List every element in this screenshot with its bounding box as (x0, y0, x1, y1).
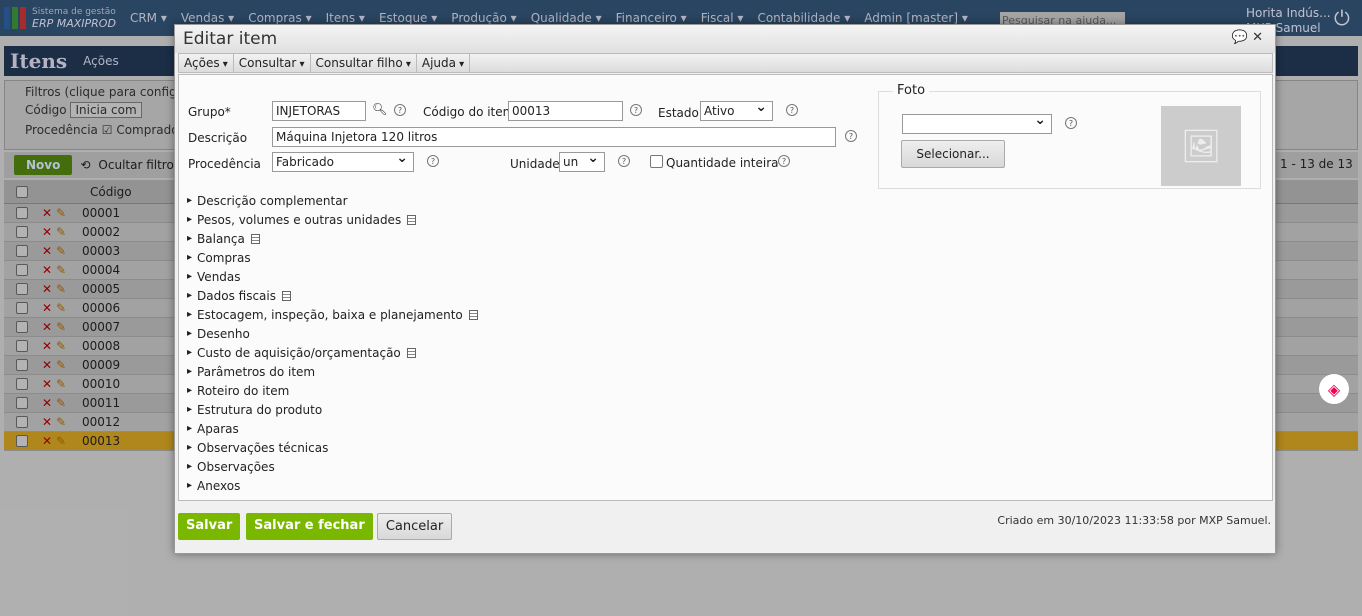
section-toggle[interactable]: Anexos (187, 476, 478, 495)
created-info: Criado em 30/10/2023 11:33:58 por MXP Sa… (997, 514, 1271, 527)
document-icon (406, 347, 416, 358)
quantidade-inteira-checkbox[interactable] (650, 155, 663, 168)
comment-icon[interactable]: 💬 (1232, 30, 1248, 45)
help-icon[interactable]: ? (630, 104, 642, 116)
section-toggle[interactable]: Roteiro do item (187, 381, 478, 400)
section-label: Parâmetros do item (197, 364, 316, 379)
section-label: Estrutura do produto (197, 402, 323, 417)
unidade-select[interactable]: un (559, 152, 605, 172)
clickup-icon[interactable]: ◈ (1319, 374, 1349, 404)
dialog-menu-1[interactable]: Consultar (234, 54, 311, 72)
document-icon (250, 233, 260, 244)
section-label: Observações técnicas (197, 440, 329, 455)
selecionar-button[interactable]: Selecionar... (901, 140, 1005, 168)
section-label: Descrição complementar (197, 193, 348, 208)
section-label: Estocagem, inspeção, baixa e planejament… (197, 307, 463, 322)
section-toggle[interactable]: Descrição complementar (187, 191, 478, 210)
document-icon (407, 214, 417, 225)
section-toggle[interactable]: Desenho (187, 324, 478, 343)
section-toggle[interactable]: Dados fiscais (187, 286, 478, 305)
section-toggle[interactable]: Custo de aquisição/orçamentação (187, 343, 478, 362)
section-label: Roteiro do item (197, 383, 290, 398)
foto-select[interactable] (902, 114, 1052, 134)
section-toggle[interactable]: Observações (187, 457, 478, 476)
grupo-input[interactable]: INJETORAS (272, 101, 366, 121)
section-toggle[interactable]: Observações técnicas (187, 438, 478, 457)
close-icon[interactable]: ✕ (1252, 30, 1263, 45)
section-toggle[interactable]: Vendas (187, 267, 478, 286)
dialog-menu-0[interactable]: Ações (179, 54, 234, 72)
section-toggle[interactable]: Compras (187, 248, 478, 267)
estado-select[interactable]: Ativo (700, 101, 773, 121)
section-toggle[interactable]: Parâmetros do item (187, 362, 478, 381)
sections-list: Descrição complementar Pesos, volumes e o… (187, 191, 478, 495)
help-icon[interactable]: ? (618, 155, 630, 167)
section-toggle[interactable]: Pesos, volumes e outras unidades (187, 210, 478, 229)
section-label: Compras (197, 250, 251, 265)
help-icon[interactable]: ? (427, 155, 439, 167)
document-icon (468, 309, 478, 320)
dialog-menu-3[interactable]: Ajuda (417, 54, 471, 72)
cancelar-button[interactable]: Cancelar (377, 513, 452, 540)
foto-fieldset: Foto ? Selecionar... 🖼︎ (878, 83, 1261, 189)
help-icon[interactable]: ? (778, 155, 790, 167)
salvar-button[interactable]: Salvar (178, 513, 241, 540)
search-icon[interactable]: 🔍︎ (372, 102, 387, 116)
section-toggle[interactable]: Estrutura do produto (187, 400, 478, 419)
section-label: Balança (197, 231, 245, 246)
salvar-fechar-button[interactable]: Salvar e fechar (246, 513, 373, 540)
help-icon[interactable]: ? (394, 104, 406, 116)
section-label: Vendas (197, 269, 241, 284)
descricao-input[interactable]: Máquina Injetora 120 litros (272, 127, 836, 147)
section-label: Custo de aquisição/orçamentação (197, 345, 401, 360)
dialog-menu: AçõesConsultarConsultar filhoAjuda (178, 53, 1273, 73)
section-label: Desenho (197, 326, 250, 341)
document-icon (282, 290, 291, 301)
image-placeholder-icon: 🖼︎ (1161, 106, 1241, 186)
section-toggle[interactable]: Estocagem, inspeção, baixa e planejament… (187, 305, 478, 324)
section-toggle[interactable]: Balança (187, 229, 478, 248)
section-label: Aparas (197, 421, 239, 436)
section-label: Dados fiscais (197, 288, 276, 303)
section-label: Observações (197, 459, 275, 474)
help-icon[interactable]: ? (845, 130, 857, 142)
procedencia-select[interactable]: Fabricado (272, 152, 414, 172)
codigo-input[interactable]: 00013 (508, 101, 623, 121)
section-toggle[interactable]: Aparas (187, 419, 478, 438)
section-label: Anexos (197, 478, 241, 493)
edit-item-dialog: Editar item 💬 ✕ AçõesConsultarConsultar … (174, 24, 1276, 554)
help-icon[interactable]: ? (786, 104, 798, 116)
item-form: Grupo* INJETORAS 🔍︎ ? Código do item 000… (178, 74, 1273, 501)
dialog-title: Editar item (175, 25, 1275, 53)
help-icon[interactable]: ? (1065, 117, 1077, 129)
dialog-menu-2[interactable]: Consultar filho (311, 54, 417, 72)
section-label: Pesos, volumes e outras unidades (197, 212, 402, 227)
